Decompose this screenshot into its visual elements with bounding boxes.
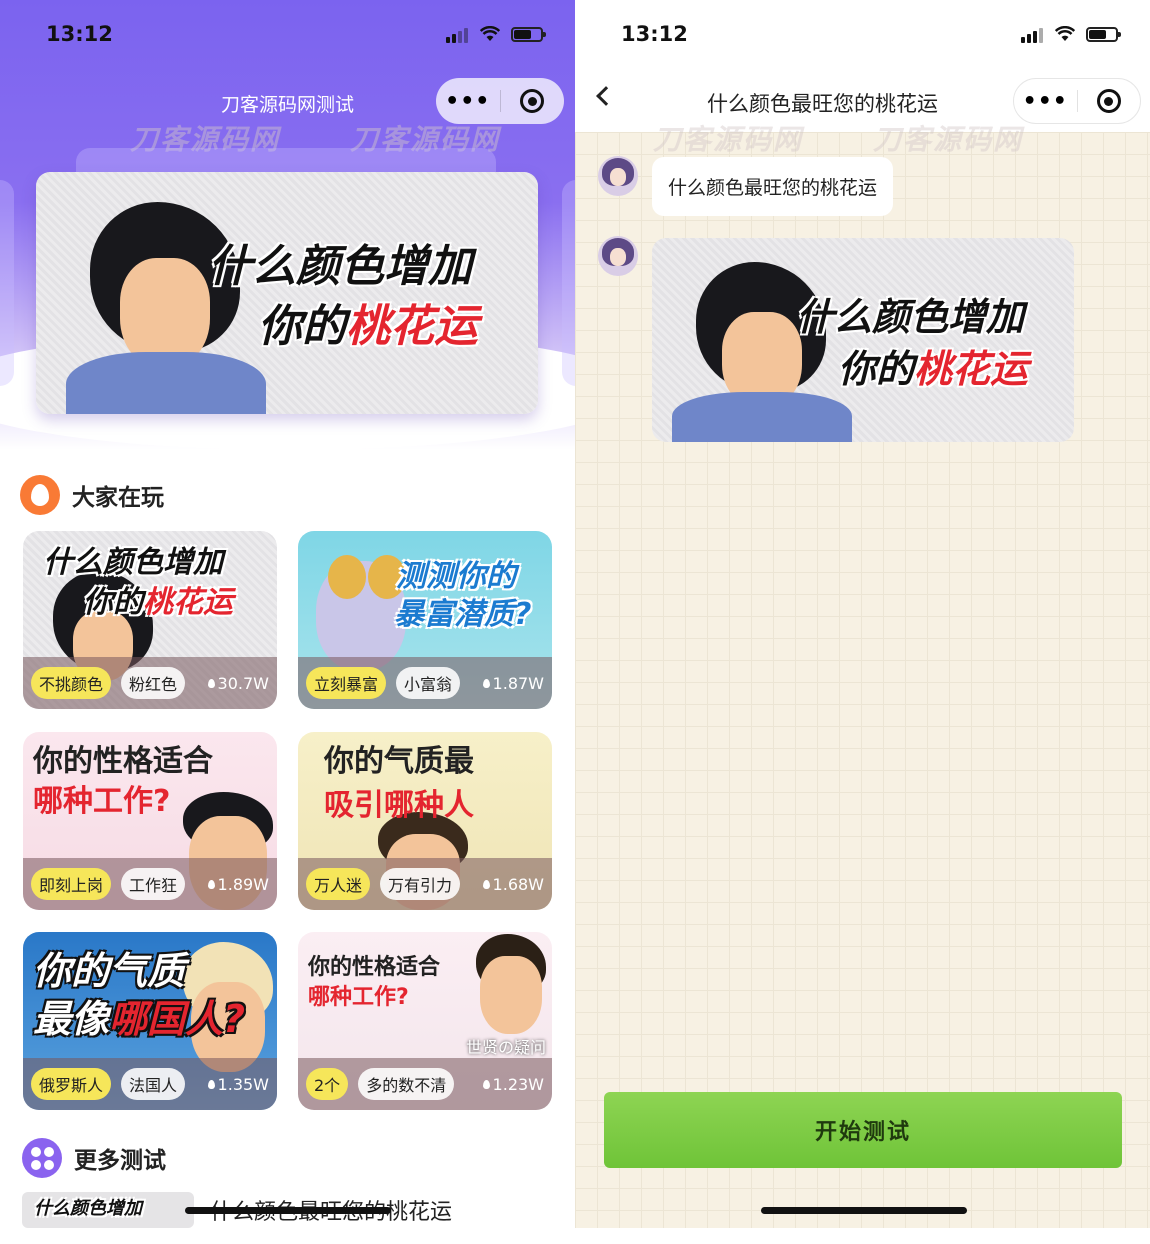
grid-icon	[22, 1138, 62, 1178]
image-message[interactable]: 什么颜色增加 你的桃花运	[652, 238, 1074, 442]
section-more-title: 更多测试	[22, 1138, 166, 1178]
drop-icon	[482, 879, 490, 889]
wifi-icon	[1055, 26, 1075, 41]
tag-secondary: 万有引力	[380, 868, 461, 900]
card-title-line2: 哪种工作?	[33, 784, 171, 819]
tag-secondary: 粉红色	[121, 667, 186, 699]
status-bar: 13:12	[0, 0, 575, 70]
quiz-card[interactable]: 你的气质最 吸引哪种人 万人迷 万有引力 1.68W	[298, 732, 552, 910]
card-title-line1: 什么颜色增加	[43, 545, 223, 580]
quiz-card[interactable]: 测测你的 暴富潜质? 立刻暴富 小富翁 1.87W	[298, 531, 552, 709]
image-title-line2: 你的桃花运	[838, 347, 1029, 391]
card-title-line2: 最像哪国人?	[33, 997, 246, 1041]
card-footer: 万人迷 万有引力 1.68W	[298, 858, 552, 910]
message-bubble: 什么颜色最旺您的桃花运	[652, 157, 894, 216]
home-indicator[interactable]	[185, 1207, 391, 1214]
tag-secondary: 多的数不清	[358, 1068, 455, 1100]
avatar	[598, 156, 638, 196]
banner-title-line1: 什么颜色增加	[208, 241, 472, 292]
drop-icon	[482, 1079, 490, 1089]
list-item-thumbnail: 什么颜色增加	[22, 1192, 194, 1228]
card-footer: 不挑颜色 粉红色 30.7W	[23, 657, 277, 709]
card-title-line1: 你的气质	[33, 949, 186, 993]
tag-secondary: 小富翁	[396, 667, 461, 699]
card-title-line2: 哪种工作?	[308, 985, 409, 1010]
play-count: 1.35W	[207, 1075, 277, 1094]
card-caption: 世贤の疑问	[465, 1038, 546, 1057]
drop-icon	[207, 1079, 215, 1089]
tag-secondary: 法国人	[121, 1068, 186, 1100]
carousel-prev[interactable]	[0, 180, 14, 386]
play-count: 1.89W	[207, 875, 277, 894]
carousel-next[interactable]	[562, 180, 575, 386]
section-popular-title: 大家在玩	[20, 475, 164, 515]
card-title-line2: 你的桃花运	[83, 585, 233, 620]
quiz-card[interactable]: 你的气质 最像哪国人? 俄罗斯人 法国人 1.35W	[23, 932, 277, 1110]
target-icon[interactable]	[1078, 89, 1141, 113]
more-dots-icon[interactable]: •••	[436, 89, 500, 114]
card-title-line1: 你的性格适合	[33, 744, 213, 779]
right-screen: 13:12 什么颜色最旺您的桃花运 ••• 刀客源码网 刀客源码网 什么颜色最旺…	[575, 0, 1150, 1228]
quiz-card[interactable]: 什么颜色增加 你的桃花运 不挑颜色 粉红色 30.7W	[23, 531, 277, 709]
card-title-line2: 吸引哪种人	[324, 788, 474, 823]
signal-icon	[1021, 28, 1043, 43]
quiz-card[interactable]: 你的性格适合 哪种工作? 世贤の疑问 2个 多的数不清 1.23W	[298, 932, 552, 1110]
mini-program-capsule: •••	[436, 78, 564, 124]
quiz-card[interactable]: 你的性格适合 哪种工作? 即刻上岗 工作狂 1.89W	[23, 732, 277, 910]
image-title-line1: 什么颜色增加	[796, 295, 1025, 339]
tag-primary: 即刻上岗	[31, 868, 112, 900]
card-title-line1: 你的气质最	[324, 744, 474, 779]
signal-icon	[446, 28, 468, 43]
start-test-button[interactable]: 开始测试	[604, 1092, 1122, 1168]
play-count: 1.23W	[482, 1075, 552, 1094]
battery-icon	[511, 27, 546, 42]
card-footer: 2个 多的数不清 1.23W	[298, 1058, 552, 1110]
mini-program-capsule: •••	[1013, 78, 1141, 124]
tag-primary: 2个	[306, 1068, 349, 1100]
hero-banner[interactable]: 什么颜色增加 你的桃花运	[36, 172, 538, 414]
status-time: 13:12	[621, 22, 688, 46]
drop-icon	[482, 678, 490, 688]
tag-primary: 万人迷	[306, 868, 371, 900]
card-footer: 即刻上岗 工作狂 1.89W	[23, 858, 277, 910]
target-icon[interactable]	[501, 89, 565, 113]
drop-icon	[207, 678, 215, 688]
left-screen: 13:12 刀客源码网测试 ••• 刀客源码网 刀客源码网 什么颜色增加 你的桃…	[0, 0, 575, 1228]
fire-icon	[20, 475, 60, 515]
status-time: 13:12	[46, 22, 113, 46]
card-title-line2: 暴富潜质?	[394, 597, 532, 632]
play-count: 30.7W	[207, 674, 277, 693]
tag-primary: 俄罗斯人	[31, 1068, 112, 1100]
more-dots-icon[interactable]: •••	[1014, 89, 1077, 114]
status-bar: 13:12	[575, 0, 1150, 70]
nav-title: 什么颜色最旺您的桃花运	[707, 92, 938, 116]
wifi-icon	[480, 26, 500, 41]
home-indicator[interactable]	[761, 1207, 967, 1214]
avatar	[598, 236, 638, 276]
banner-title-line2: 你的桃花运	[258, 301, 478, 352]
tag-primary: 立刻暴富	[306, 667, 387, 699]
drop-icon	[207, 879, 215, 889]
tag-secondary: 工作狂	[121, 868, 186, 900]
card-footer: 俄罗斯人 法国人 1.35W	[23, 1058, 277, 1110]
play-count: 1.87W	[482, 674, 552, 693]
play-count: 1.68W	[482, 875, 552, 894]
card-footer: 立刻暴富 小富翁 1.87W	[298, 657, 552, 709]
battery-icon	[1086, 27, 1121, 42]
tag-primary: 不挑颜色	[31, 667, 112, 699]
